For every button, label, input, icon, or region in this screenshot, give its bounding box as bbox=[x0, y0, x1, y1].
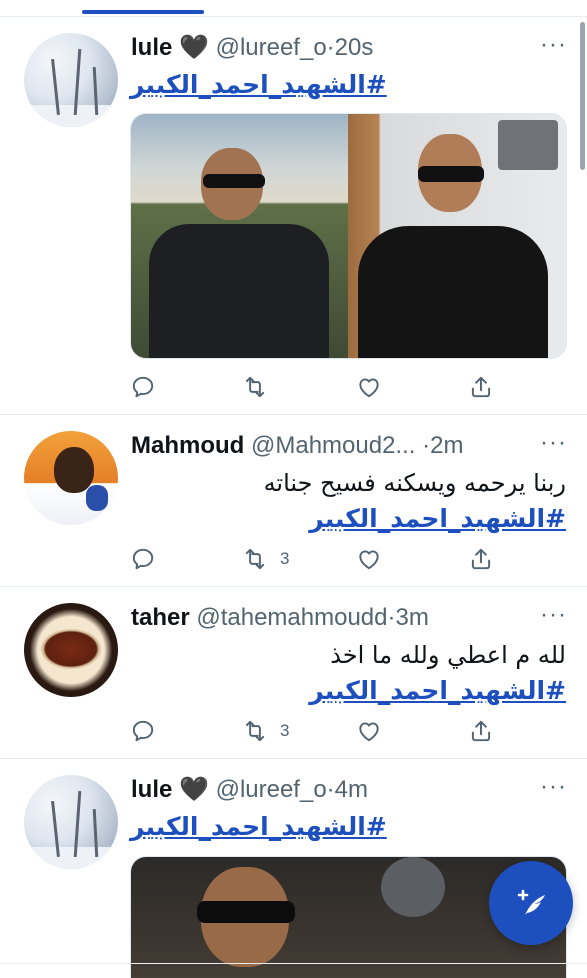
tweet-text: لله م اعطي ولله ما اخذ bbox=[330, 641, 566, 669]
share-icon bbox=[471, 548, 491, 570]
avatar[interactable] bbox=[24, 33, 118, 127]
user-handle[interactable]: @Mahmoud2... bbox=[251, 432, 415, 459]
share-button[interactable] bbox=[468, 713, 494, 749]
avatar[interactable] bbox=[24, 775, 118, 869]
tweet-actions bbox=[130, 369, 517, 405]
active-tab-indicator bbox=[82, 10, 204, 14]
user-handle[interactable]: @lureef_o bbox=[216, 776, 327, 803]
compose-tweet-icon bbox=[517, 889, 545, 915]
share-button[interactable] bbox=[468, 369, 494, 405]
timeline-feed: lule 🖤 @lureef_o·20s ··· #الشهيد_احمد_ال… bbox=[0, 17, 587, 978]
more-icon[interactable]: ··· bbox=[540, 603, 567, 627]
more-icon[interactable]: ··· bbox=[540, 33, 567, 57]
hashtag-link[interactable]: #الشهيد_احمد_الكبير bbox=[309, 503, 566, 535]
tweet-actions: 3 bbox=[130, 713, 517, 749]
tweet-time[interactable]: ·2m bbox=[422, 432, 463, 459]
share-icon bbox=[471, 720, 491, 742]
tweet-header: lule 🖤 @lureef_o·4m bbox=[131, 775, 517, 805]
tweet-time[interactable]: ·20s bbox=[327, 34, 374, 61]
like-icon bbox=[359, 722, 379, 742]
display-name[interactable]: lule 🖤 bbox=[131, 34, 209, 61]
reply-button[interactable] bbox=[130, 541, 168, 577]
avatar[interactable] bbox=[24, 603, 118, 697]
tweet[interactable]: taher @tahemahmoudd·3m ··· لله م اعطي ول… bbox=[0, 587, 587, 759]
display-name[interactable]: lule 🖤 bbox=[131, 776, 209, 803]
retweet-button[interactable]: 3 bbox=[242, 541, 289, 577]
user-handle[interactable]: @lureef_o bbox=[216, 34, 327, 61]
display-name[interactable]: taher bbox=[131, 604, 190, 631]
tweet-header: taher @tahemahmoudd·3m bbox=[131, 603, 517, 633]
bottom-nav-divider bbox=[0, 963, 587, 964]
tweet-time[interactable]: ·3m bbox=[388, 604, 429, 631]
like-button[interactable] bbox=[356, 369, 394, 405]
like-button[interactable] bbox=[356, 713, 394, 749]
retweet-count: 3 bbox=[280, 721, 290, 740]
reply-icon bbox=[132, 548, 154, 570]
reply-button[interactable] bbox=[130, 713, 168, 749]
more-icon[interactable]: ··· bbox=[540, 431, 567, 455]
media-photo-right bbox=[348, 114, 566, 358]
share-button[interactable] bbox=[468, 541, 494, 577]
retweet-button[interactable] bbox=[242, 369, 280, 405]
hashtag-link[interactable]: #الشهيد_احمد_الكبير bbox=[130, 811, 387, 843]
reply-button[interactable] bbox=[130, 369, 168, 405]
user-handle[interactable]: @tahemahmoudd bbox=[196, 604, 387, 631]
reply-icon bbox=[132, 376, 154, 398]
retweet-icon bbox=[245, 548, 265, 570]
avatar[interactable] bbox=[24, 431, 118, 525]
tweet[interactable]: Mahmoud @Mahmoud2... ·2m ··· ربنا يرحمه … bbox=[0, 415, 587, 587]
retweet-button[interactable]: 3 bbox=[242, 713, 289, 749]
like-icon bbox=[359, 550, 379, 570]
retweet-count: 3 bbox=[280, 549, 290, 568]
tweet-actions: 3 bbox=[130, 541, 517, 577]
tweet[interactable]: lule 🖤 @lureef_o·4m ··· #الشهيد_احمد_الك… bbox=[0, 759, 587, 978]
share-icon bbox=[471, 376, 491, 398]
tweet-header: lule 🖤 @lureef_o·20s bbox=[131, 33, 517, 63]
tweet-time[interactable]: ·4m bbox=[327, 776, 368, 803]
hashtag-link[interactable]: #الشهيد_احمد_الكبير bbox=[130, 69, 387, 101]
media-photo-left bbox=[131, 114, 348, 358]
retweet-icon bbox=[245, 376, 265, 398]
more-icon[interactable]: ··· bbox=[540, 775, 567, 799]
compose-tweet-button[interactable] bbox=[489, 861, 573, 945]
tweet-text: ربنا يرحمه ويسكنه فسيح جناته bbox=[263, 469, 566, 497]
like-icon bbox=[359, 378, 379, 398]
reply-icon bbox=[132, 720, 154, 742]
tweet-header: Mahmoud @Mahmoud2... ·2m bbox=[131, 431, 517, 461]
tweet-media[interactable] bbox=[130, 113, 567, 359]
retweet-icon bbox=[245, 720, 265, 742]
hashtag-link[interactable]: #الشهيد_احمد_الكبير bbox=[309, 675, 566, 707]
tweet[interactable]: lule 🖤 @lureef_o·20s ··· #الشهيد_احمد_ال… bbox=[0, 17, 587, 415]
display-name[interactable]: Mahmoud bbox=[131, 432, 244, 459]
like-button[interactable] bbox=[356, 541, 394, 577]
